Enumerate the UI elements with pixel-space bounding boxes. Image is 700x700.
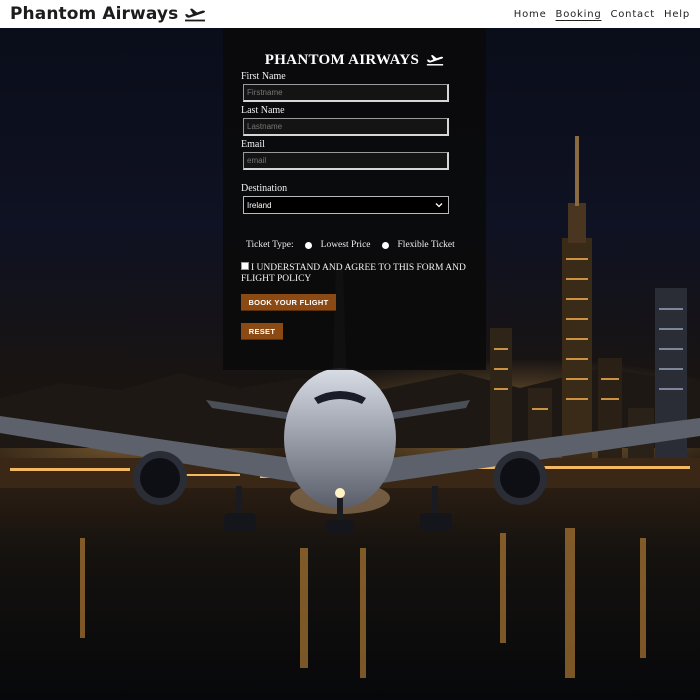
email-input[interactable] xyxy=(243,152,449,170)
email-label: Email xyxy=(241,139,265,150)
last-name-input[interactable] xyxy=(243,118,449,136)
top-navbar: Phantom Airways Home Booking Contact Hel… xyxy=(0,0,700,28)
form-title: PHANTOM AIRWAYS xyxy=(223,52,486,71)
radio-flexible-ticket-label[interactable]: Flexible Ticket xyxy=(398,240,455,250)
radio-lowest-price[interactable] xyxy=(304,241,312,249)
nav-contact[interactable]: Contact xyxy=(610,9,655,20)
reset-button[interactable]: RESET xyxy=(241,323,283,340)
first-name-input[interactable] xyxy=(243,84,449,102)
airplane-departure-icon xyxy=(426,53,444,71)
agree-checkbox[interactable] xyxy=(241,262,249,270)
destination-label: Destination xyxy=(241,183,288,194)
destination-select[interactable]: Ireland xyxy=(243,196,449,214)
nav-booking[interactable]: Booking xyxy=(556,9,602,20)
brand-title[interactable]: Phantom Airways xyxy=(10,4,178,24)
radio-lowest-price-label[interactable]: Lowest Price xyxy=(321,240,371,250)
destination-selected-value: Ireland xyxy=(247,200,272,210)
ticket-type-label: Ticket Type: xyxy=(246,240,294,250)
ticket-type-group: Ticket Type: Lowest Price Flexible Ticke… xyxy=(246,240,455,250)
agree-text: I UNDERSTAND AND AGREE TO THIS FORM AND … xyxy=(241,263,466,284)
nav-help[interactable]: Help xyxy=(664,9,690,20)
booking-form-panel: PHANTOM AIRWAYS First Name Last Name Ema… xyxy=(223,28,486,370)
main-nav: Home Booking Contact Help xyxy=(514,9,690,20)
nav-home[interactable]: Home xyxy=(514,9,547,20)
book-flight-button[interactable]: BOOK YOUR FLIGHT xyxy=(241,294,336,311)
first-name-label: First Name xyxy=(241,71,286,82)
radio-flexible-ticket[interactable] xyxy=(381,241,389,249)
brand[interactable]: Phantom Airways xyxy=(10,4,206,24)
agree-row: I UNDERSTAND AND AGREE TO THIS FORM AND … xyxy=(241,262,471,285)
chevron-down-icon xyxy=(435,201,443,210)
last-name-label: Last Name xyxy=(241,105,285,116)
airplane-departure-icon xyxy=(184,6,206,22)
form-title-text: PHANTOM AIRWAYS xyxy=(264,52,420,68)
